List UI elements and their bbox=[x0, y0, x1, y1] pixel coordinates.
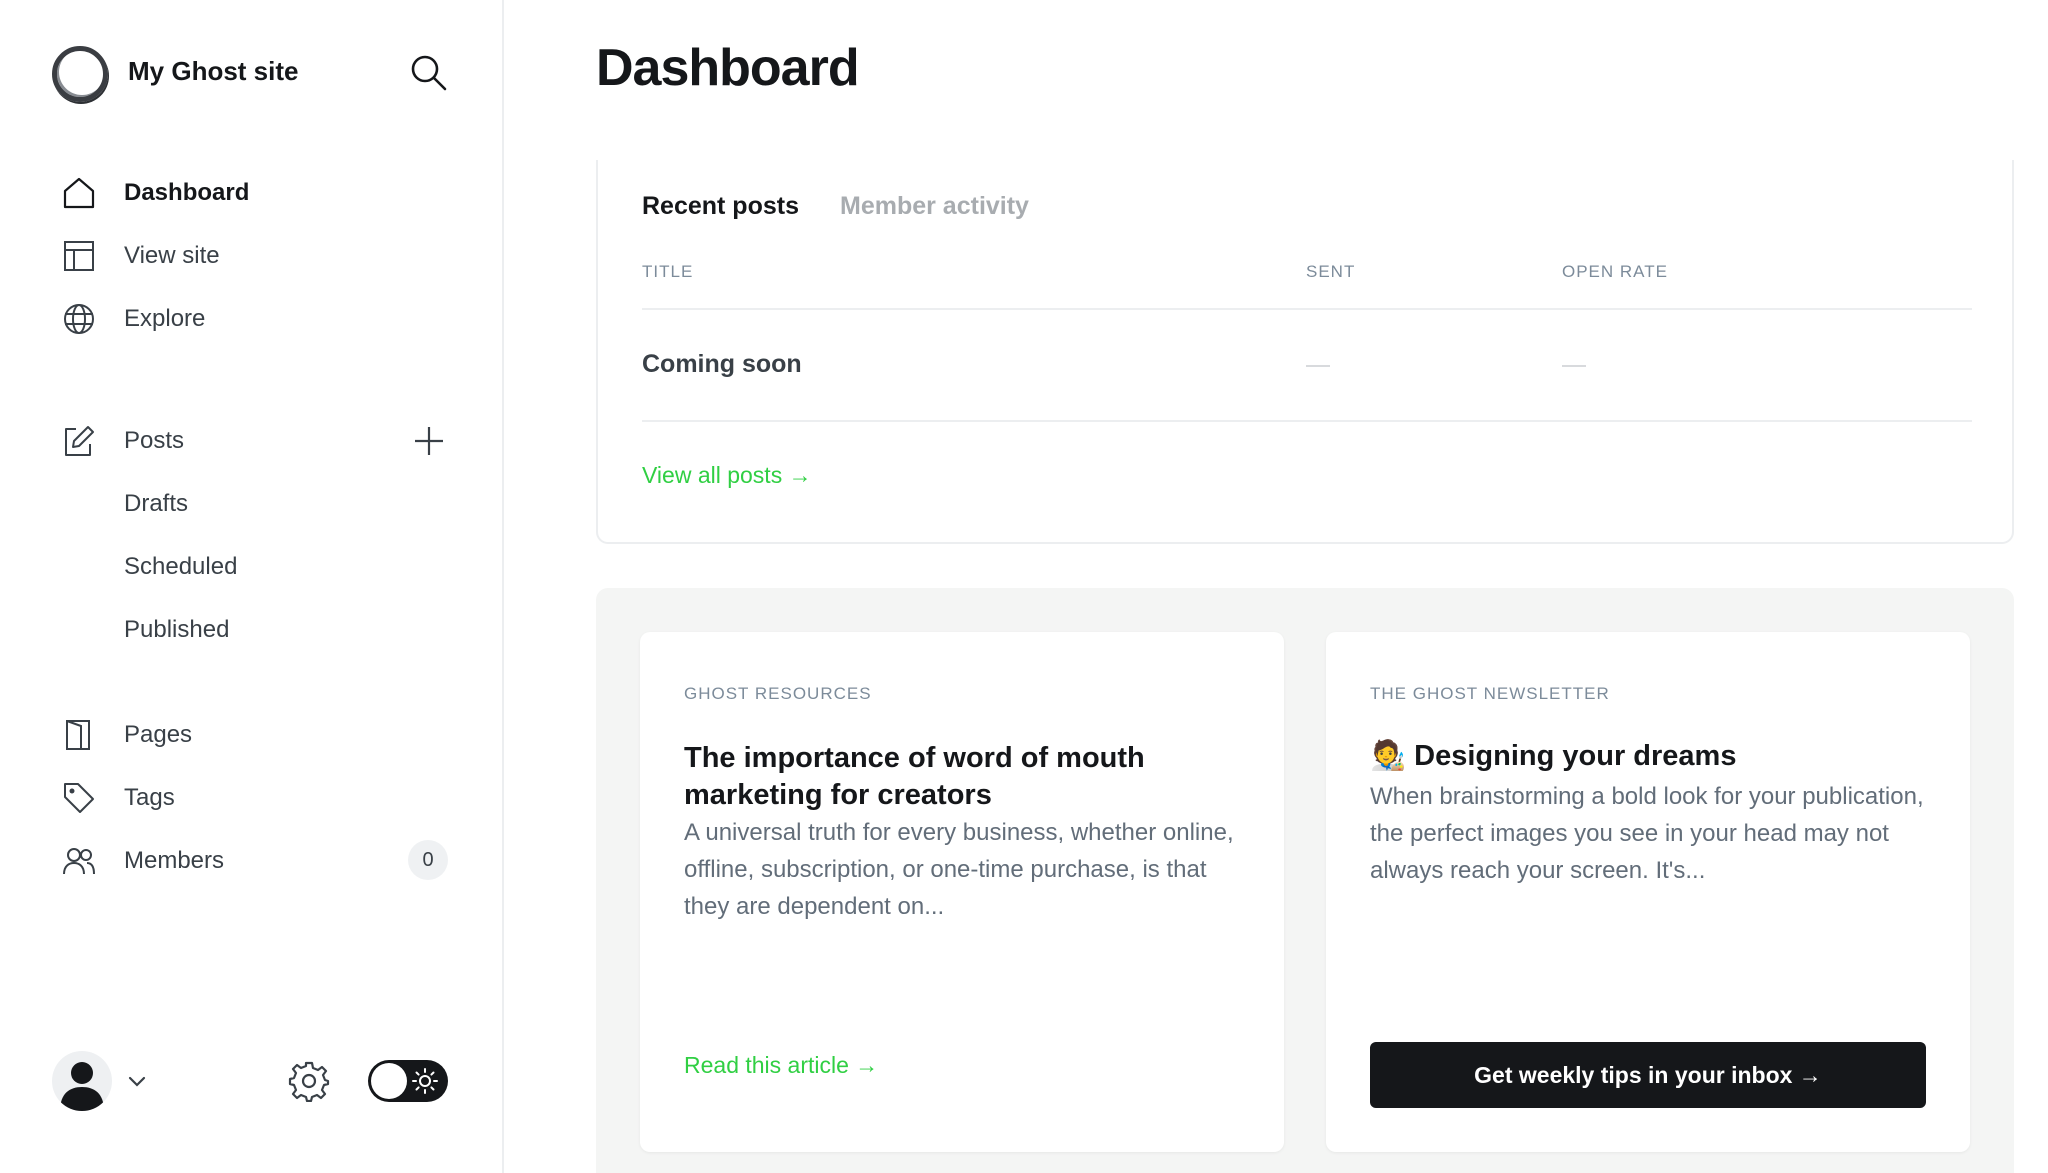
sidebar-item-dashboard[interactable]: Dashboard bbox=[62, 168, 462, 216]
sidebar-item-label: Tags bbox=[124, 784, 175, 811]
page-title: Dashboard bbox=[596, 39, 860, 97]
sidebar-item-label: View site bbox=[124, 242, 220, 269]
sidebar-item-label: Explore bbox=[124, 305, 206, 332]
resource-title[interactable]: The importance of word of mouth marketin… bbox=[684, 740, 1244, 814]
edit-icon bbox=[65, 426, 94, 456]
sidebar-item-view-site[interactable]: View site bbox=[62, 231, 462, 279]
sidebar-item-explore[interactable]: Explore bbox=[62, 294, 462, 342]
site-title[interactable]: My Ghost site bbox=[128, 56, 298, 87]
column-header-open-rate: OPEN RATE bbox=[1562, 262, 1668, 281]
post-title[interactable]: Coming soon bbox=[642, 350, 802, 379]
sidebar-item-label: Pages bbox=[124, 721, 193, 748]
sidebar-item-drafts[interactable]: Drafts bbox=[62, 479, 462, 527]
sidebar-item-label: Posts bbox=[124, 427, 185, 454]
gear-icon[interactable] bbox=[288, 1060, 330, 1102]
column-header-sent: SENT bbox=[1306, 262, 1356, 281]
divider bbox=[642, 420, 1972, 422]
sidebar-item-label: Published bbox=[124, 616, 230, 643]
sidebar: My Ghost site Dashboard View site Explor… bbox=[0, 0, 504, 1173]
divider bbox=[642, 308, 1972, 310]
layout-icon bbox=[64, 241, 94, 271]
sidebar-item-tags[interactable]: Tags bbox=[62, 773, 462, 821]
members-count-badge: 0 bbox=[408, 840, 448, 880]
sidebar-item-label: Drafts bbox=[124, 490, 189, 517]
members-icon bbox=[63, 848, 95, 875]
site-logo-icon[interactable] bbox=[52, 46, 108, 102]
plus-icon[interactable] bbox=[412, 424, 446, 458]
resource-card-article[interactable]: GHOST RESOURCES The importance of word o… bbox=[640, 632, 1284, 1152]
sidebar-footer bbox=[52, 1046, 452, 1116]
sidebar-item-label: Scheduled bbox=[124, 553, 238, 580]
column-header-title: TITLE bbox=[642, 262, 694, 281]
sidebar-item-pages[interactable]: Pages bbox=[62, 710, 462, 758]
globe-icon bbox=[64, 304, 94, 334]
resource-card-newsletter: THE GHOST NEWSLETTER 🧑‍🎨 Designing your … bbox=[1326, 632, 1970, 1152]
home-icon bbox=[63, 177, 95, 209]
view-all-posts-link[interactable]: View all posts → bbox=[642, 462, 812, 489]
resource-excerpt: A universal truth for every business, wh… bbox=[684, 819, 1234, 920]
read-article-link[interactable]: Read this article → bbox=[684, 1052, 878, 1079]
sidebar-item-label: Members bbox=[124, 847, 225, 874]
sidebar-item-posts[interactable]: Posts bbox=[62, 416, 462, 464]
site-header: My Ghost site bbox=[52, 44, 452, 104]
page-icon bbox=[66, 720, 90, 750]
tab-recent-posts[interactable]: Recent posts bbox=[642, 192, 799, 221]
theme-toggle[interactable] bbox=[368, 1060, 448, 1102]
open-rate-value-empty bbox=[1562, 365, 1586, 367]
tag-icon bbox=[64, 783, 94, 813]
sidebar-item-label: Dashboard bbox=[124, 179, 250, 206]
app: My Ghost site Dashboard View site Explor… bbox=[0, 0, 2048, 1173]
user-avatar[interactable] bbox=[52, 1051, 112, 1111]
chevron-down-icon[interactable] bbox=[126, 1070, 148, 1092]
sidebar-item-members[interactable]: Members 0 bbox=[62, 836, 462, 884]
newsletter-title: 🧑‍🎨 Designing your dreams bbox=[1370, 740, 1737, 772]
search-icon[interactable] bbox=[408, 52, 448, 92]
sidebar-item-scheduled[interactable]: Scheduled bbox=[62, 542, 462, 590]
subscribe-newsletter-button[interactable]: Get weekly tips in your inbox → bbox=[1370, 1042, 1926, 1108]
newsletter-excerpt: When brainstorming a bold look for your … bbox=[1370, 783, 1924, 884]
user-icon bbox=[60, 1062, 104, 1111]
resources-section: GHOST RESOURCES The importance of word o… bbox=[596, 588, 2014, 1173]
sidebar-item-published[interactable]: Published bbox=[62, 605, 462, 653]
recent-posts-card: Recent posts Member activity TITLE SENT … bbox=[596, 160, 2014, 544]
tab-member-activity[interactable]: Member activity bbox=[840, 192, 1029, 221]
sun-icon bbox=[412, 1068, 438, 1094]
resource-eyebrow: GHOST RESOURCES bbox=[684, 684, 872, 703]
sent-value-empty bbox=[1306, 365, 1330, 367]
newsletter-eyebrow: THE GHOST NEWSLETTER bbox=[1370, 684, 1610, 703]
toggle-knob bbox=[371, 1063, 407, 1099]
